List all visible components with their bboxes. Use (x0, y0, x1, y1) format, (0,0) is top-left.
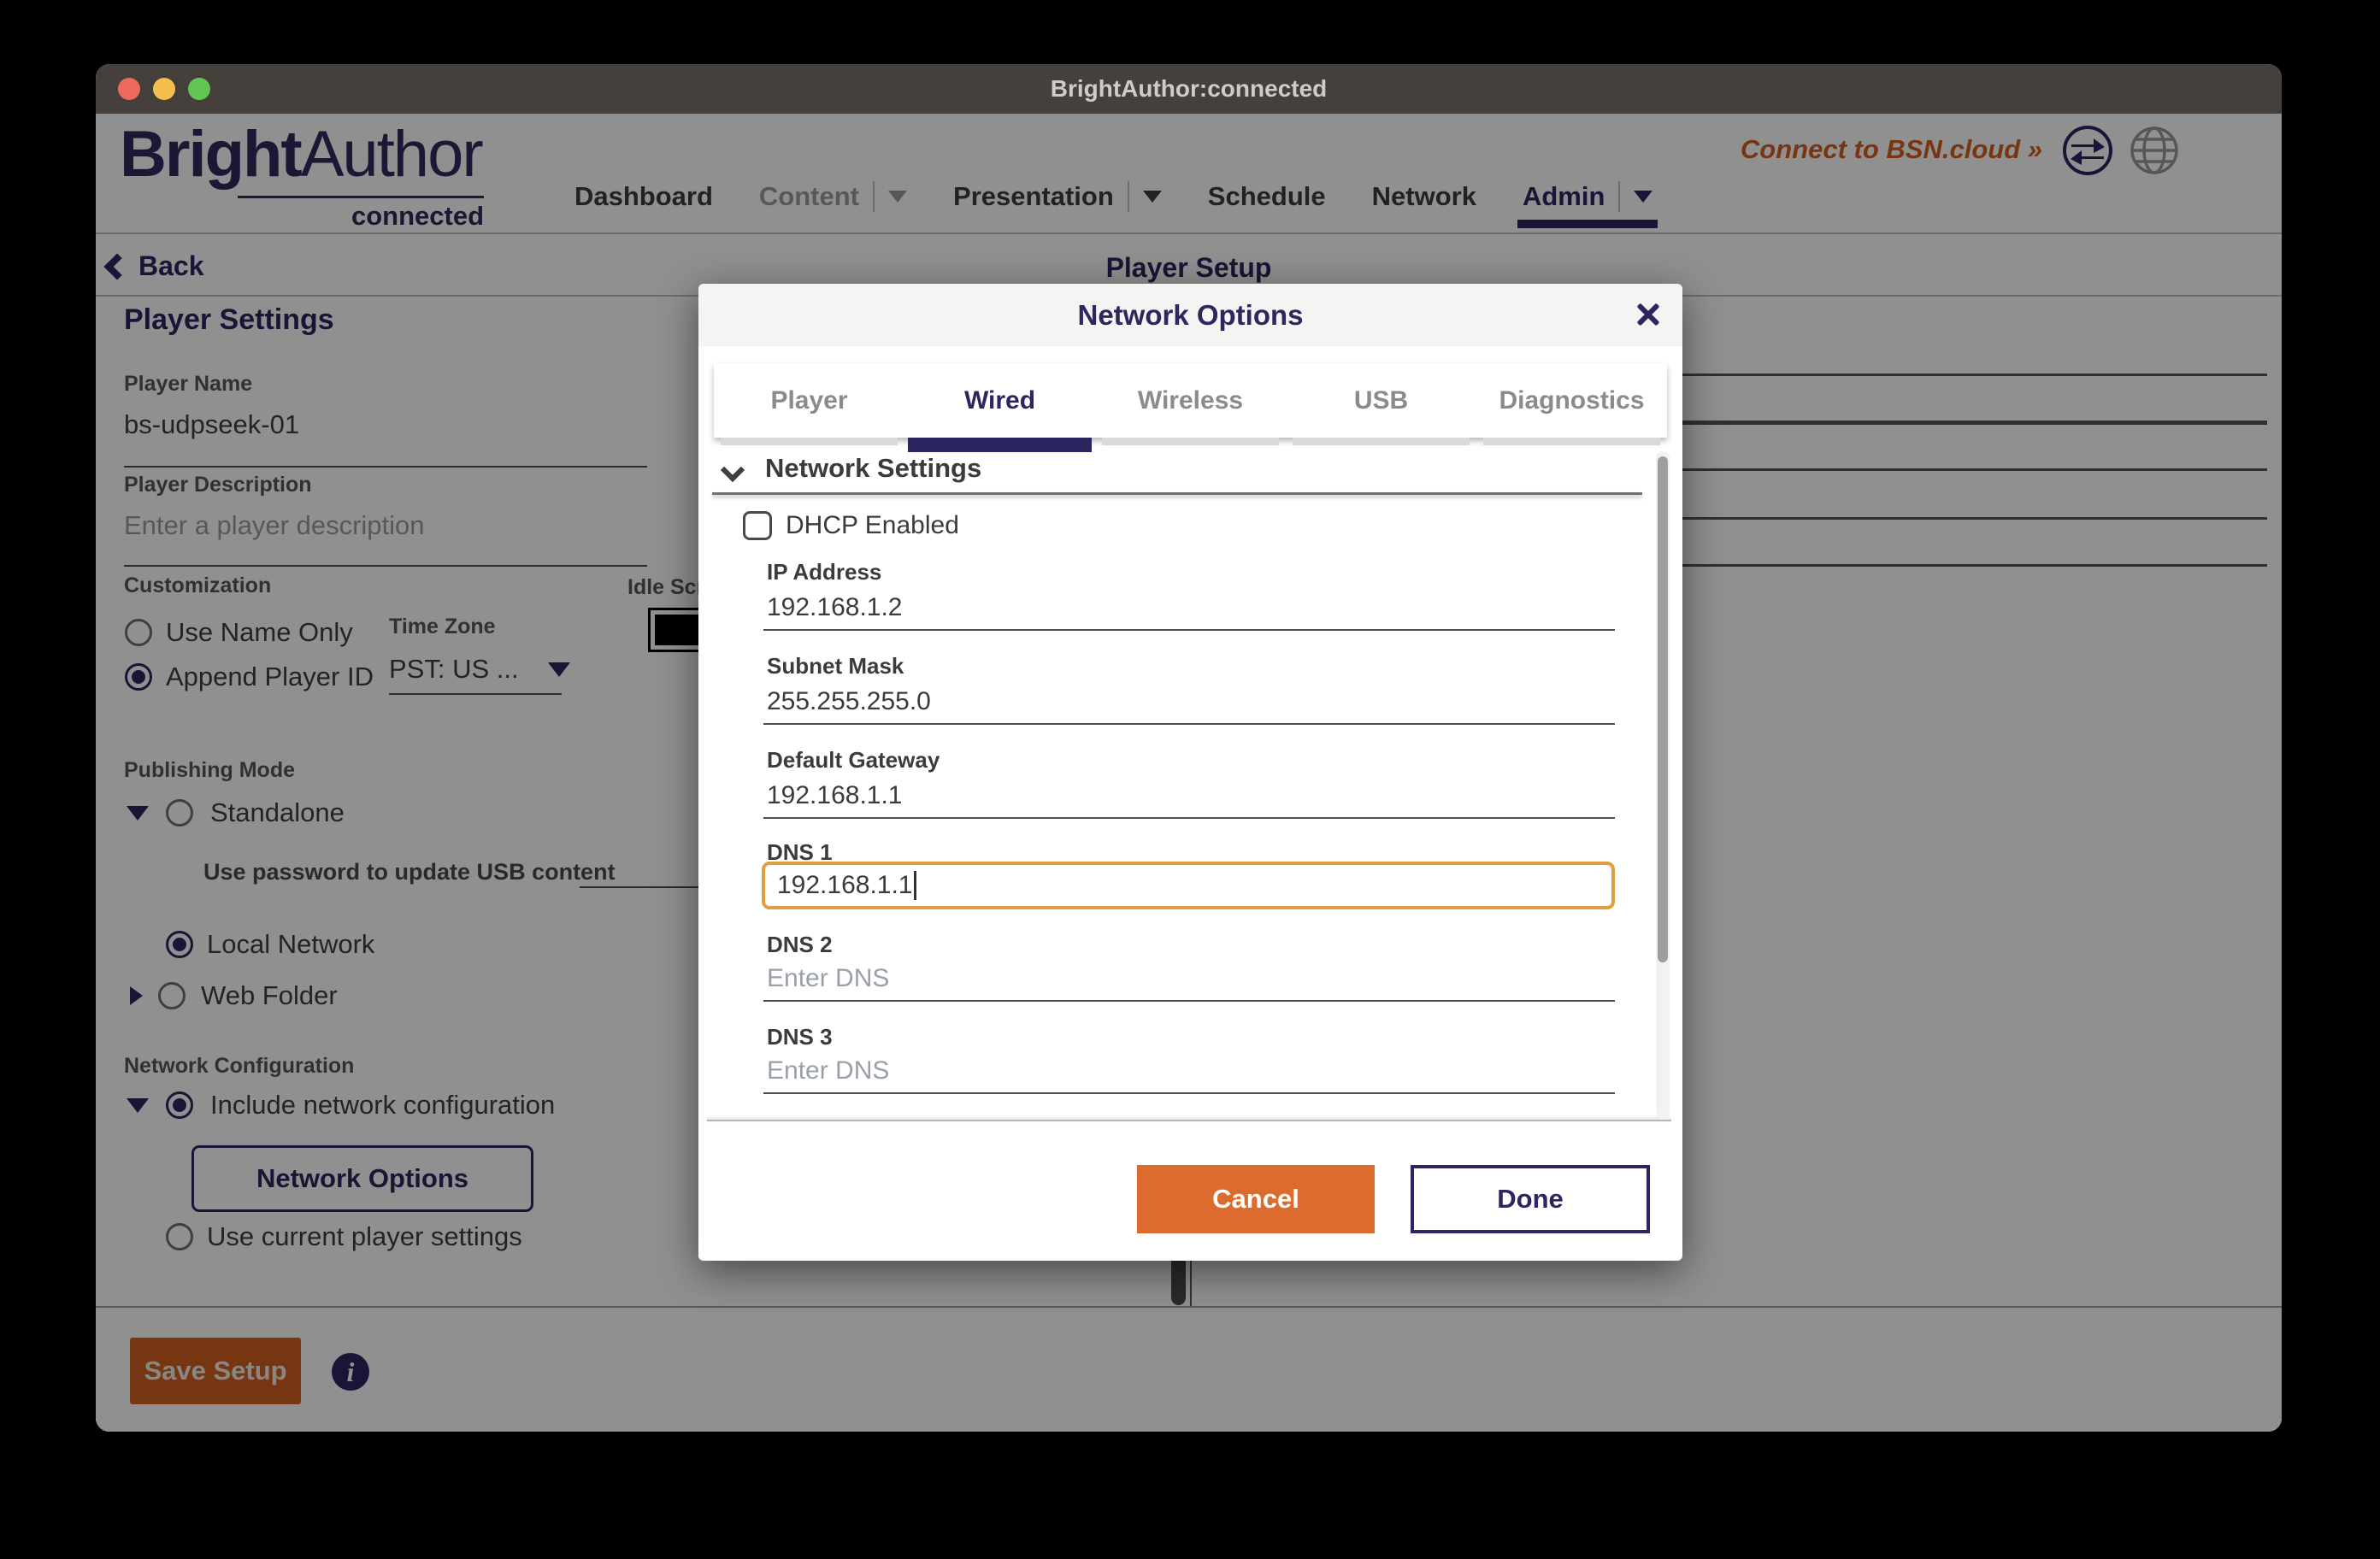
dhcp-checkbox-row[interactable]: DHCP Enabled (743, 511, 959, 540)
tab-player[interactable]: Player (714, 363, 904, 438)
titlebar: BrightAuthor:connected (96, 64, 2282, 114)
app-window: BrightAuthor:connected BrightAuthor conn… (96, 64, 2282, 1432)
tab-underline (1483, 438, 1660, 445)
field-label: DNS 3 (767, 1024, 833, 1050)
field-value: 192.168.1.1 (777, 871, 912, 900)
field-placeholder[interactable]: Enter DNS (767, 964, 889, 993)
tab-diagnostics[interactable]: Diagnostics (1476, 363, 1667, 438)
checkbox-icon[interactable] (743, 511, 772, 540)
tab-underline (721, 438, 898, 445)
section-divider (712, 492, 1642, 495)
modal-tabs: Player Wired Wireless USB (714, 363, 1667, 438)
tab-label: USB (1354, 386, 1408, 415)
field-value[interactable]: 192.168.1.2 (767, 593, 902, 622)
close-icon[interactable] (1633, 299, 1664, 330)
tab-wired[interactable]: Wired (904, 363, 1095, 438)
field-label: DNS 2 (767, 932, 833, 958)
tab-label: Diagnostics (1499, 386, 1644, 415)
field-underline (763, 1092, 1615, 1094)
field-value[interactable]: 192.168.1.1 (767, 781, 902, 810)
modal-header: Network Options (698, 284, 1682, 346)
field-label: Default Gateway (767, 747, 940, 774)
window-title: BrightAuthor:connected (96, 75, 2282, 103)
field-value[interactable]: 255.255.255.0 (767, 687, 931, 716)
modal-scrollbar-thumb[interactable] (1658, 456, 1668, 962)
tab-label: Wireless (1138, 386, 1243, 415)
done-button[interactable]: Done (1411, 1165, 1650, 1233)
field-underline (763, 817, 1615, 819)
text-cursor (914, 871, 916, 900)
field-underline (763, 629, 1615, 631)
network-options-modal: Network Options Player Wired (698, 284, 1682, 1261)
field-label: Subnet Mask (767, 653, 904, 679)
modal-title: Network Options (698, 299, 1682, 332)
desktop: BrightAuthor:connected BrightAuthor conn… (0, 0, 2380, 1559)
cancel-button[interactable]: Cancel (1137, 1165, 1375, 1233)
field-underline (763, 1000, 1615, 1002)
section-title: Network Settings (765, 453, 981, 484)
dhcp-label: DHCP Enabled (786, 511, 959, 540)
tab-wireless[interactable]: Wireless (1095, 363, 1286, 438)
tab-underline (1293, 438, 1470, 445)
tab-usb[interactable]: USB (1286, 363, 1476, 438)
field-placeholder[interactable]: Enter DNS (767, 1056, 889, 1085)
tab-underline (1102, 438, 1279, 445)
dns1-input-focused[interactable]: 192.168.1.1 (762, 862, 1615, 909)
tab-underline-active (908, 438, 1092, 452)
collapse-chevron-icon[interactable] (724, 462, 741, 479)
page: BrightAuthor connected Dashboard Content… (96, 114, 2282, 1432)
content-bottom-divider (707, 1120, 1671, 1121)
field-label: IP Address (767, 559, 881, 585)
tab-label: Wired (964, 386, 1035, 415)
tab-label: Player (770, 386, 847, 415)
field-underline (763, 723, 1615, 725)
